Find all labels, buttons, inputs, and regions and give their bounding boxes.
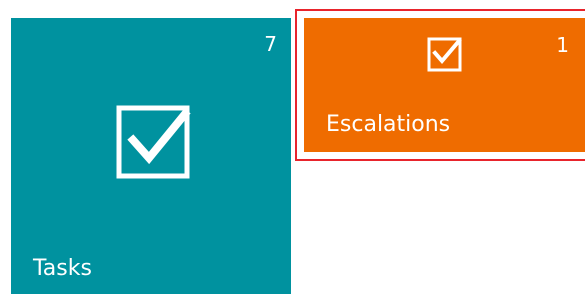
escalations-count: 1	[556, 33, 569, 57]
tasks-label: Tasks	[33, 256, 92, 281]
tasks-count: 7	[264, 32, 277, 56]
escalations-label: Escalations	[326, 112, 451, 137]
dashboard-tiles: 7 Tasks 1 Escalations	[0, 0, 585, 294]
tasks-tile[interactable]: 7 Tasks	[11, 18, 291, 294]
checkbox-checked-icon	[115, 104, 191, 180]
checkbox-checked-icon	[427, 36, 463, 72]
escalations-tile[interactable]: 1 Escalations	[304, 18, 585, 152]
